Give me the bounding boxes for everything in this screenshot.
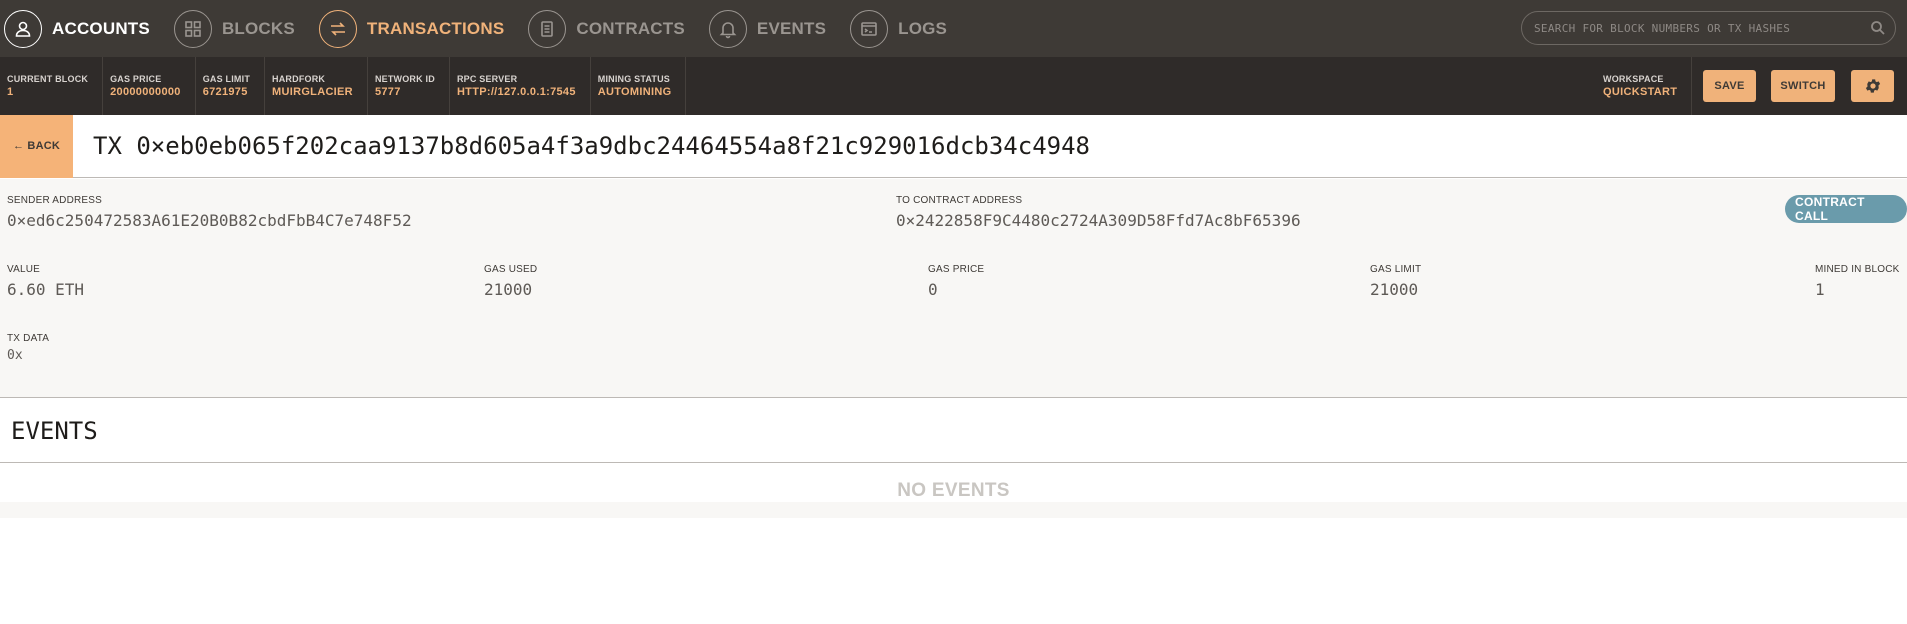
stat-value: MUIRGLACIER (272, 86, 353, 98)
grid-icon (173, 9, 212, 48)
document-icon (528, 9, 567, 48)
stat-label: NETWORK ID (374, 74, 435, 84)
save-button[interactable]: SAVE (1703, 70, 1756, 102)
status-bar: CURRENT BLOCK 1 GAS PRICE 20000000000 GA… (0, 57, 1907, 115)
gas-limit-value: 21000 (1370, 280, 1419, 299)
search-input[interactable] (1534, 21, 1861, 35)
nav-logs[interactable]: LOGS (846, 0, 947, 57)
field-label: GAS LIMIT (1370, 264, 1422, 275)
nav-events-label: EVENTS (756, 18, 827, 38)
stat-value: AUTOMINING (597, 86, 672, 98)
nav-logs-label: LOGS (898, 18, 948, 38)
stat-label: WORKSPACE (1603, 74, 1664, 84)
top-navigation: ACCOUNTS BLOCKS TRANSACTIONS CONTRACTS E… (0, 0, 1907, 57)
gear-icon (1865, 79, 1880, 93)
field-label: TO CONTRACT ADDRESS (896, 195, 1023, 206)
stat-current-block: CURRENT BLOCK 1 (0, 57, 104, 115)
nav-accounts[interactable]: ACCOUNTS (0, 0, 150, 57)
back-button[interactable]: ← BACK (0, 114, 73, 178)
switch-button[interactable]: SWITCH (1771, 70, 1835, 102)
search-icon[interactable] (1861, 20, 1895, 36)
field-label: GAS PRICE (928, 264, 985, 275)
tx-data-field: TX DATA 0x (7, 333, 49, 363)
stat-label: GAS PRICE (110, 74, 162, 84)
stat-value: 20000000000 (110, 86, 181, 98)
stat-value: QUICKSTART (1603, 86, 1678, 98)
stat-value: 1 (7, 86, 14, 98)
contract-call-badge: CONTRACT CALL (1785, 195, 1907, 223)
sender-address-field: SENDER ADDRESS 0×ed6c250472583A61E20B0B8… (7, 195, 412, 230)
terminal-icon (850, 9, 889, 48)
nav-blocks-label: BLOCKS (221, 18, 295, 38)
field-label: MINED IN BLOCK (1815, 264, 1900, 275)
stat-value: HTTP://127.0.0.1:7545 (456, 86, 576, 98)
to-contract-address-value: 0×2422858F9C4480c2724A309D58Ffd7Ac8bF653… (896, 211, 1301, 230)
field-label: SENDER ADDRESS (7, 195, 103, 206)
field-label: TX DATA (7, 333, 50, 344)
stat-value: 5777 (374, 86, 401, 98)
no-events-message: NO EVENTS (897, 480, 1010, 501)
settings-button[interactable] (1851, 70, 1894, 102)
stat-label: RPC SERVER (456, 74, 518, 84)
stat-rpc-server: RPC SERVER HTTP://127.0.0.1:7545 (450, 57, 591, 115)
field-label: VALUE (7, 264, 41, 275)
events-title: EVENTS (11, 416, 98, 445)
stat-mining-status: MINING STATUS AUTOMINING (591, 57, 687, 115)
stat-label: MINING STATUS (597, 74, 671, 84)
gas-price-value: 0 (928, 280, 938, 299)
tx-details: SENDER ADDRESS 0×ed6c250472583A61E20B0B8… (0, 179, 1907, 398)
stat-hardfork: HARDFORK MUIRGLACIER (265, 57, 368, 115)
mined-in-block-value: 1 (1815, 280, 1825, 299)
events-header: EVENTS (0, 399, 1907, 463)
tx-data-value: 0x (7, 348, 23, 363)
nav-transactions-label: TRANSACTIONS (366, 18, 505, 38)
stat-value: 6721975 (202, 86, 248, 98)
tx-hash-title: TX 0×eb0eb065f202caa9137b8d605a4f3a9dbc2… (93, 132, 1090, 160)
stat-label: GAS LIMIT (202, 74, 251, 84)
nav-contracts[interactable]: CONTRACTS (524, 0, 685, 57)
swap-arrows-icon (318, 9, 357, 48)
stat-network-id: NETWORK ID 5777 (368, 57, 450, 115)
person-icon (4, 9, 42, 48)
search-box (1521, 11, 1896, 45)
stat-label: HARDFORK (272, 74, 326, 84)
tx-header: ← BACK TX 0×eb0eb065f202caa9137b8d605a4f… (0, 114, 1907, 178)
field-label: GAS USED (484, 264, 538, 275)
nav-contracts-label: CONTRACTS (576, 18, 685, 38)
mined-in-block-field: MINED IN BLOCK 1 (1815, 264, 1899, 299)
stat-workspace: WORKSPACE QUICKSTART (1596, 57, 1693, 115)
gas-used-field: GAS USED 21000 (484, 264, 537, 299)
stat-gas-limit: GAS LIMIT 6721975 (196, 57, 266, 115)
gas-limit-field: GAS LIMIT 21000 (1370, 264, 1421, 299)
value-field: VALUE 6.60 ETH (7, 264, 84, 299)
gas-price-field: GAS PRICE 0 (928, 264, 984, 299)
bell-icon (708, 9, 747, 48)
sender-address-value: 0×ed6c250472583A61E20B0B82cbdFbB4C7e748F… (7, 211, 412, 230)
gas-used-value: 21000 (484, 280, 533, 299)
nav-blocks[interactable]: BLOCKS (170, 0, 295, 57)
nav-transactions[interactable]: TRANSACTIONS (315, 0, 504, 57)
nav-events[interactable]: EVENTS (705, 0, 826, 57)
stat-gas-price: GAS PRICE 20000000000 (103, 57, 196, 115)
nav-accounts-label: ACCOUNTS (52, 18, 150, 38)
stat-label: CURRENT BLOCK (7, 74, 89, 84)
to-contract-address-field: TO CONTRACT ADDRESS 0×2422858F9C4480c272… (896, 195, 1301, 230)
value-value: 6.60 ETH (7, 280, 85, 299)
